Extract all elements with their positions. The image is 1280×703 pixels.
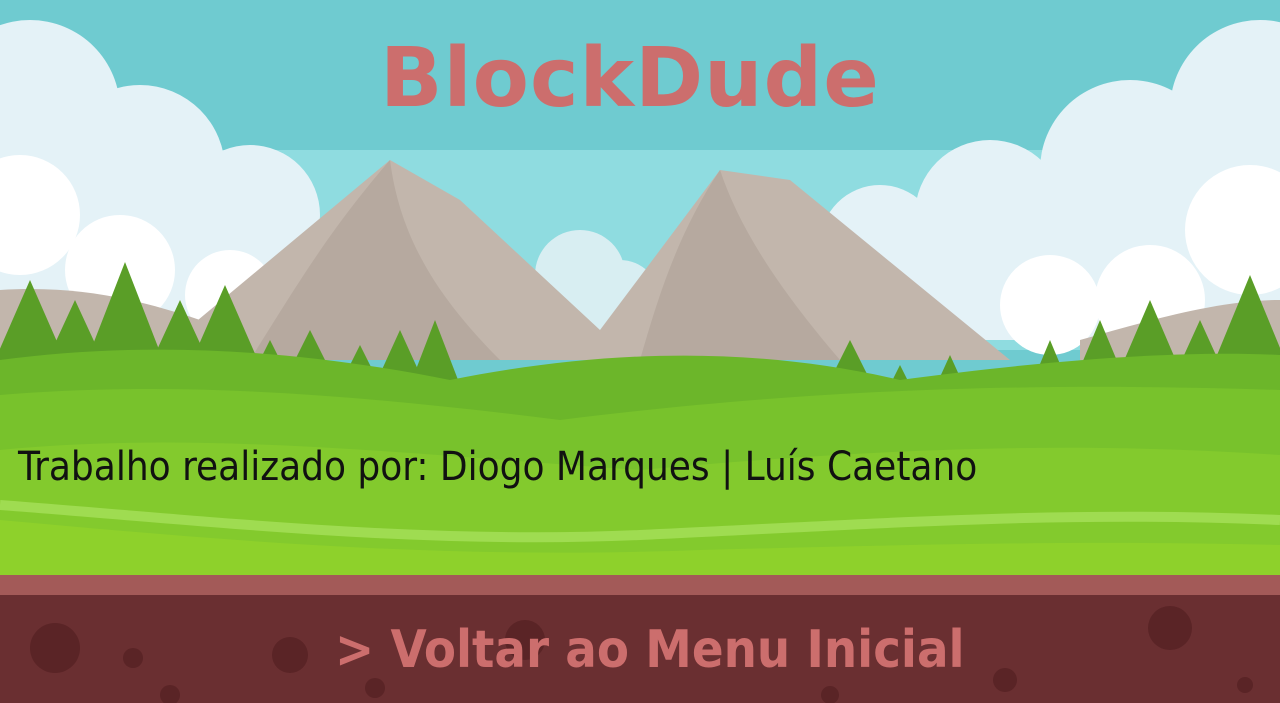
credits-text: Trabalho realizado por: Diogo Marques | … <box>18 444 978 490</box>
game-screen: BlockDude Trabalho realizado por: Diogo … <box>0 0 1280 703</box>
game-title: BlockDude <box>380 31 880 126</box>
back-to-main-menu-button[interactable]: > Voltar ao Menu Inicial <box>335 624 965 676</box>
